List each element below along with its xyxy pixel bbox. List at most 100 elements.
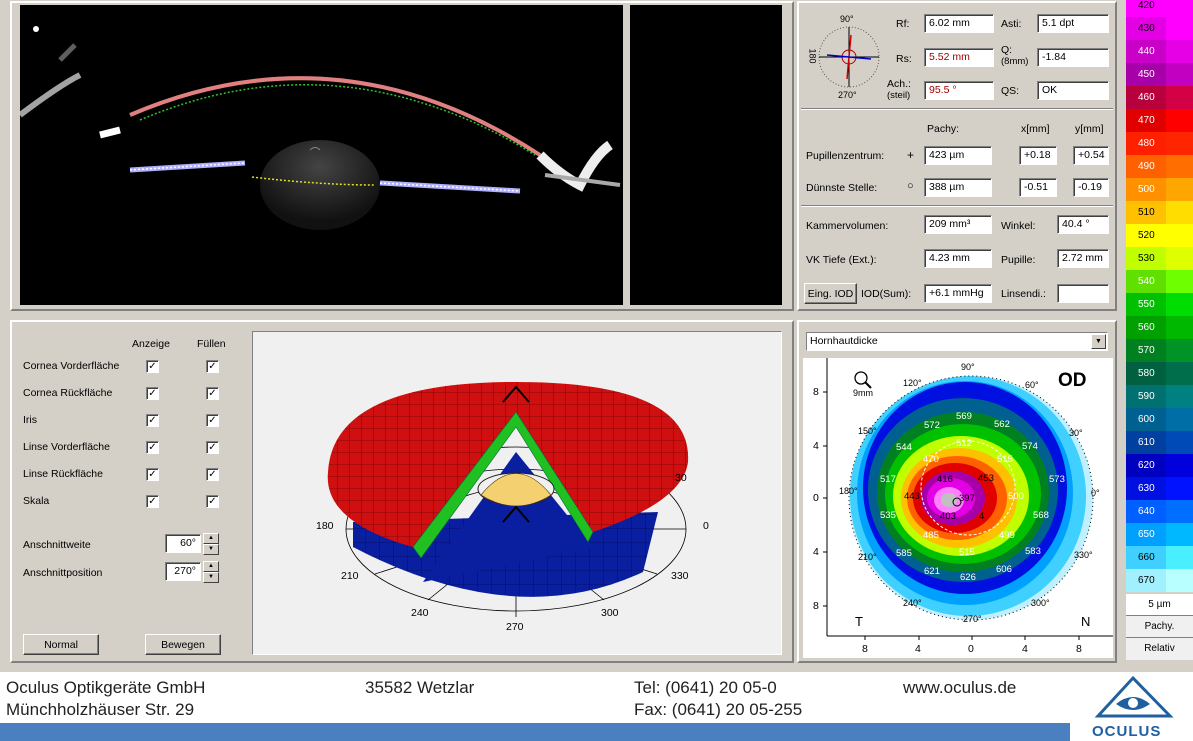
scale-relative[interactable]: Relativ xyxy=(1126,638,1193,660)
scale-swatch xyxy=(1166,293,1193,316)
map-angle-label: 90° xyxy=(961,362,975,372)
compass-bottom: 270° xyxy=(838,90,857,100)
3d-model-view[interactable]: 180 0 30 210 330 240 300 270 xyxy=(252,331,782,655)
map-angle-label: 240° xyxy=(903,598,922,608)
show-checkbox[interactable]: ✓ xyxy=(146,360,159,373)
map-thickness-value: 453 xyxy=(978,473,994,484)
fill-checkbox[interactable]: ✓ xyxy=(206,441,219,454)
rs-value: 5.52 mm xyxy=(924,48,994,67)
scale-value: 460 xyxy=(1138,92,1155,103)
show-checkbox[interactable]: ✓ xyxy=(146,414,159,427)
scale-swatch xyxy=(1166,224,1193,247)
normal-button[interactable]: Normal xyxy=(23,634,99,655)
map-y-tick: 4 xyxy=(813,440,819,452)
axis-label-30: 30 xyxy=(675,472,687,484)
map-y-tick: 0 xyxy=(813,492,819,504)
axis-label-0: 0 xyxy=(703,520,709,532)
scale-entry: 450 xyxy=(1126,63,1193,86)
scale-entry: 570 xyxy=(1126,339,1193,362)
map-angle-label: 330° xyxy=(1074,550,1093,560)
scale-entry: 430 xyxy=(1126,17,1193,40)
show-checkbox[interactable]: ✓ xyxy=(146,468,159,481)
scale-swatch xyxy=(1166,362,1193,385)
spin-up-icon[interactable]: ▲ xyxy=(203,533,219,544)
spin-down-icon[interactable]: ▼ xyxy=(203,572,219,583)
map-thickness-value: 4 xyxy=(979,511,985,522)
move-button[interactable]: Bewegen xyxy=(145,634,221,655)
map-thickness-value: 485 xyxy=(923,530,939,541)
scale-entry: 540 xyxy=(1126,270,1193,293)
oculus-logo: OCULUS xyxy=(1088,674,1178,741)
pachy-map[interactable]: OD 9mm T N 8 4 0 4 8 8 4 0 4 8 90° 60° 30° 0° 330° 30… xyxy=(803,358,1113,658)
scale-value: 600 xyxy=(1138,414,1155,425)
q-value: -1.84 xyxy=(1037,48,1109,67)
scale-value: 610 xyxy=(1138,437,1155,448)
scale-entry: 660 xyxy=(1126,546,1193,569)
map-thickness-value: 500 xyxy=(1008,491,1024,502)
map-thickness-value: 512 xyxy=(956,438,972,449)
fill-checkbox[interactable]: ✓ xyxy=(206,468,219,481)
separator xyxy=(801,108,1113,110)
scale-entry: 440 xyxy=(1126,40,1193,63)
ac-depth-label: VK Tiefe (Ext.): xyxy=(806,254,877,266)
measurement-panel: 90° 270° 180 Rf: 6.02 mm Rs: 5.52 mm Ach… xyxy=(797,1,1117,311)
scheimpflug-panel xyxy=(10,1,794,311)
fill-checkbox[interactable]: ✓ xyxy=(206,495,219,508)
fill-checkbox[interactable]: ✓ xyxy=(206,387,219,400)
pachymetry-map-panel: Hornhautdicke ▼ OD 9mm T N 8 4 0 4 8 8 4… xyxy=(797,320,1117,663)
map-y-tick: 8 xyxy=(813,386,819,398)
scheimpflug-side-view xyxy=(630,5,782,305)
fill-checkbox[interactable]: ✓ xyxy=(206,360,219,373)
spin-up-icon[interactable]: ▲ xyxy=(203,561,219,572)
angle-label: Winkel: xyxy=(1001,220,1036,232)
scale-value: 430 xyxy=(1138,23,1155,34)
scale-entry: 600 xyxy=(1126,408,1193,431)
option-label: Cornea Vorderfläche xyxy=(23,360,120,372)
pupil-value: 2.72 mm xyxy=(1057,249,1109,268)
show-checkbox[interactable]: ✓ xyxy=(146,441,159,454)
cut-width-input[interactable]: 60° xyxy=(165,534,201,553)
map-angle-label: 300° xyxy=(1031,598,1050,608)
separator xyxy=(801,205,1113,207)
show-checkbox[interactable]: ✓ xyxy=(146,495,159,508)
scale-mode-label: Pachy. xyxy=(1144,621,1175,632)
scale-swatch xyxy=(1166,63,1193,86)
show-checkbox[interactable]: ✓ xyxy=(146,387,159,400)
cut-position-spinner[interactable]: ▲ ▼ xyxy=(203,561,219,584)
option-label: Iris xyxy=(23,414,37,426)
lens-value[interactable] xyxy=(1057,284,1109,303)
cut-width-spinner[interactable]: ▲ ▼ xyxy=(203,533,219,556)
thinnest-x: -0.51 xyxy=(1019,178,1057,197)
scale-swatch xyxy=(1166,0,1193,17)
scale-value: 550 xyxy=(1138,299,1155,310)
scale-entry: 530 xyxy=(1126,247,1193,270)
scale-value: 640 xyxy=(1138,506,1155,517)
spin-down-icon[interactable]: ▼ xyxy=(203,544,219,555)
map-thickness-value: 585 xyxy=(896,548,912,559)
scale-entry: 510 xyxy=(1126,201,1193,224)
q-label: Q: xyxy=(1001,44,1013,56)
fill-checkbox[interactable]: ✓ xyxy=(206,414,219,427)
map-type-dropdown[interactable]: Hornhautdicke ▼ xyxy=(806,332,1108,351)
scale-value: 650 xyxy=(1138,529,1155,540)
footer-bar xyxy=(0,723,1070,741)
scale-swatch xyxy=(1166,454,1193,477)
scale-mode[interactable]: Pachy. xyxy=(1126,616,1193,638)
scale-value: 540 xyxy=(1138,276,1155,287)
scale-value: 440 xyxy=(1138,46,1155,57)
scheimpflug-image[interactable] xyxy=(20,5,623,305)
scale-value: 580 xyxy=(1138,368,1155,379)
eye-label: OD xyxy=(1058,370,1087,391)
chevron-down-icon[interactable]: ▼ xyxy=(1091,334,1106,349)
scale-entry: 550 xyxy=(1126,293,1193,316)
ach-label: Ach.: xyxy=(887,78,911,90)
scale-swatch xyxy=(1166,316,1193,339)
show-header: Anzeige xyxy=(132,338,170,350)
scale-entry: 640 xyxy=(1126,500,1193,523)
scale-swatch xyxy=(1166,40,1193,63)
scale-entry: 650 xyxy=(1126,523,1193,546)
company-street: Münchholzhäuser Str. 29 xyxy=(6,700,195,719)
enter-iop-button[interactable]: Eing. IOD xyxy=(804,283,857,304)
cut-position-input[interactable]: 270° xyxy=(165,562,201,581)
map-angle-label: 30° xyxy=(1069,428,1083,438)
